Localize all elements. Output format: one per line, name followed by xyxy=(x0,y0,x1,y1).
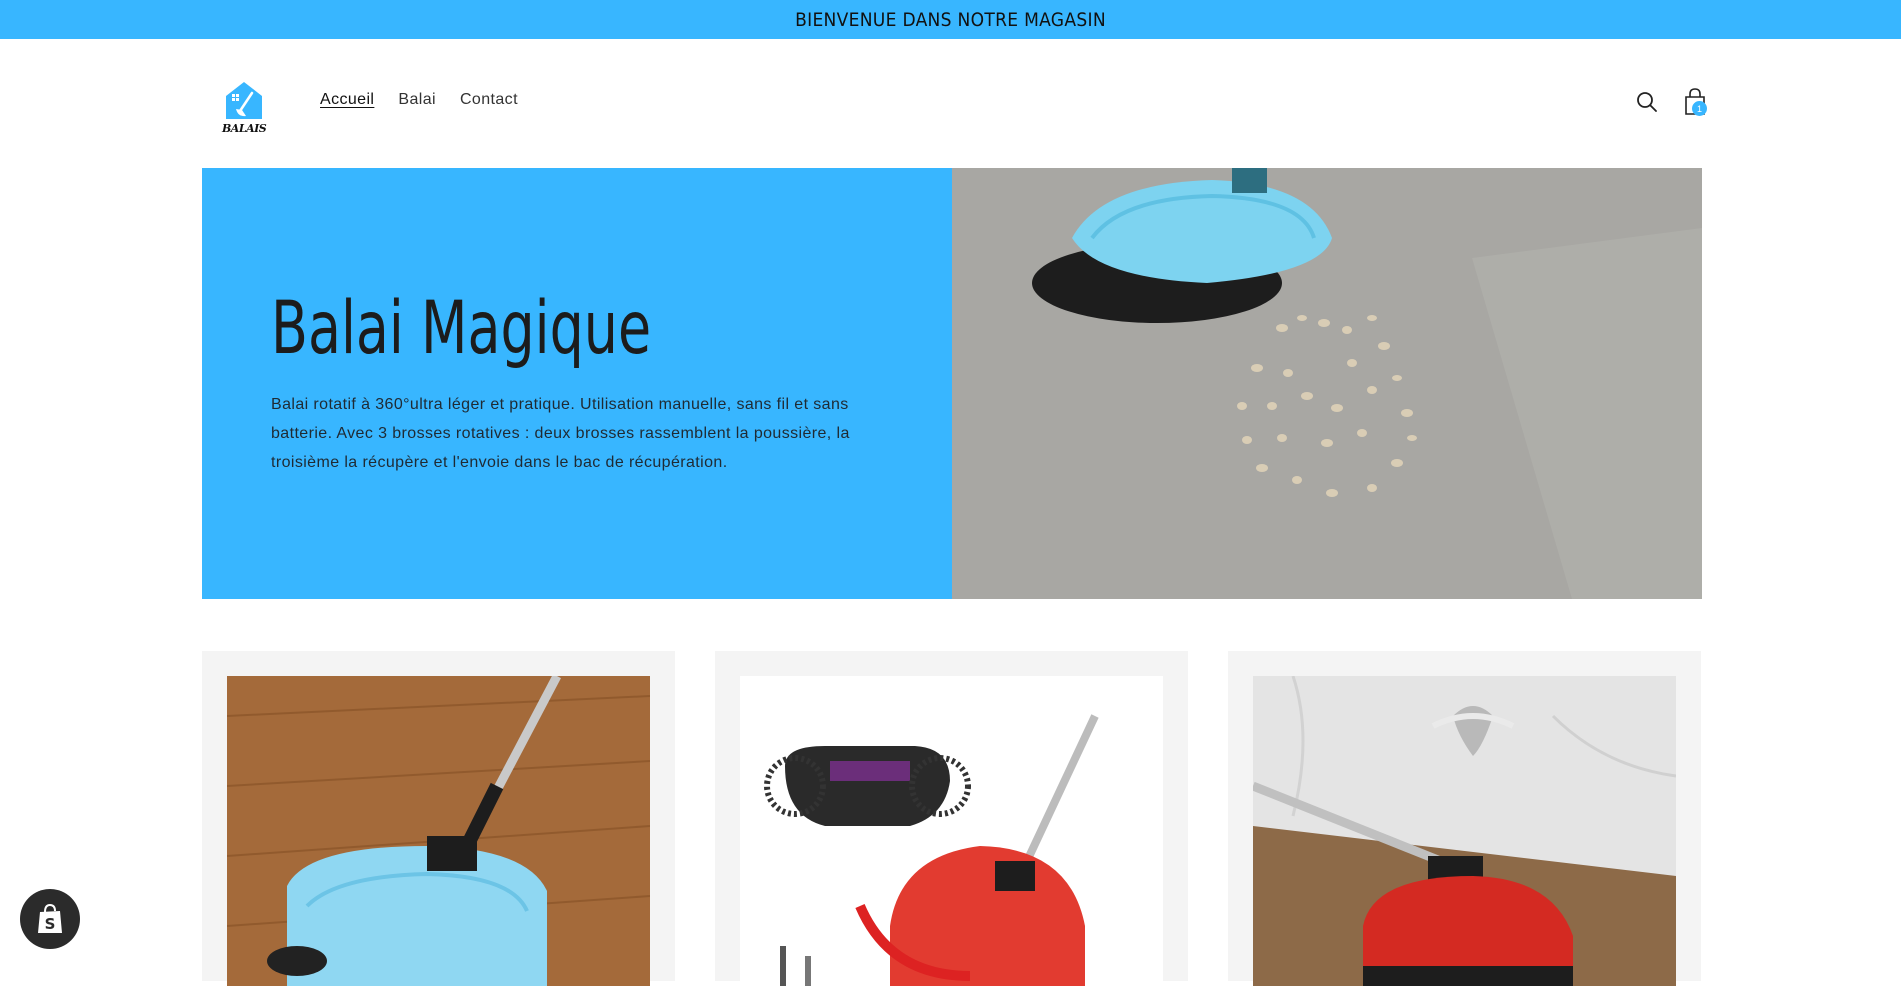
product-card[interactable] xyxy=(1228,651,1701,986)
house-broom-logo-icon xyxy=(226,82,262,119)
product-image[interactable] xyxy=(1253,676,1676,986)
hero-image xyxy=(952,168,1702,599)
announcement-bar: BIENVENUE DANS NOTRE MAGASIN xyxy=(0,0,1901,39)
hero-banner: Balai Magique Balai rotatif à 360°ultra … xyxy=(202,168,1702,599)
product-card[interactable] xyxy=(202,651,675,986)
nav-item-accueil[interactable]: Accueil xyxy=(320,91,374,109)
hero-title: Balai Magique xyxy=(271,286,652,371)
shopping-bag-logo-icon: S xyxy=(38,903,62,933)
search-icon[interactable] xyxy=(1635,90,1659,114)
hero-description: Balai rotatif à 360°ultra léger et prati… xyxy=(271,396,850,471)
logo-text: BALAIS xyxy=(222,122,267,135)
svg-text:S: S xyxy=(45,915,56,933)
nav-item-contact[interactable]: Contact xyxy=(460,91,518,109)
cart-count-badge: 1 xyxy=(1692,101,1707,116)
shopify-badge[interactable]: S xyxy=(20,889,80,949)
nav-item-balai[interactable]: Balai xyxy=(398,91,436,109)
site-header: BALAIS Accueil Balai Contact xyxy=(0,39,1901,168)
main-nav: Accueil Balai Contact xyxy=(320,91,518,109)
product-image[interactable] xyxy=(227,676,650,986)
hero-text-panel: Balai Magique Balai rotatif à 360°ultra … xyxy=(202,168,952,599)
product-image[interactable] xyxy=(740,676,1163,986)
product-grid xyxy=(202,651,1702,986)
store-logo[interactable]: BALAIS xyxy=(222,79,267,139)
announcement-text: BIENVENUE DANS NOTRE MAGASIN xyxy=(795,8,1106,31)
product-card[interactable] xyxy=(715,651,1188,986)
